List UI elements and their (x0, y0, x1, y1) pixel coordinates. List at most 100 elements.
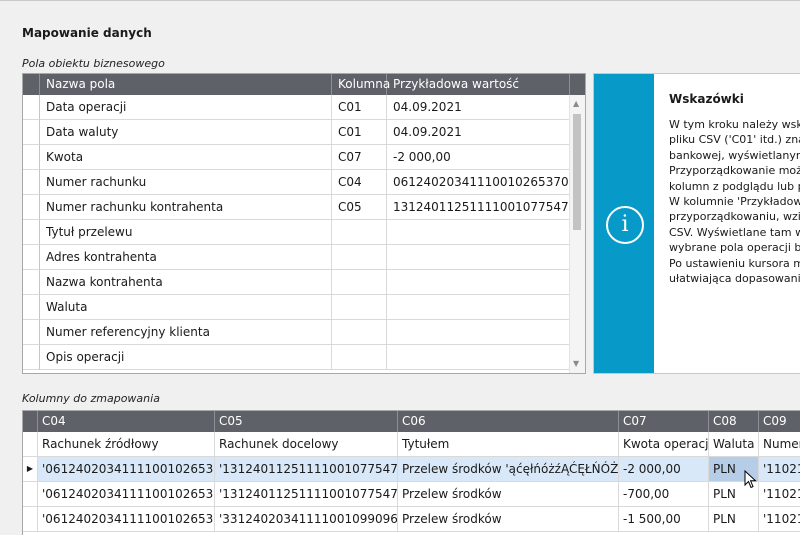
field-row[interactable]: Kwota C07 -2 000,00 (40, 145, 570, 170)
column-cell[interactable] (332, 320, 387, 344)
field-row[interactable]: Tytuł przelewu (40, 220, 570, 245)
column-label-cell[interactable]: Rachunek docelowy (215, 432, 398, 456)
data-cell[interactable]: -700,00 (619, 482, 709, 506)
column-code-header[interactable]: C04 (38, 411, 215, 432)
example-value-cell[interactable] (387, 295, 570, 319)
header-field-name[interactable]: Nazwa pola (40, 74, 332, 95)
data-cell[interactable]: Przelew środków 'ąćęłńóżźĄĆĘŁŃÓŻŹ' (398, 457, 619, 481)
example-value-cell[interactable] (387, 220, 570, 244)
row-header[interactable] (23, 195, 40, 220)
column-label-cell[interactable]: Rachunek źródłowy (38, 432, 215, 456)
current-row-marker-icon[interactable]: ▶ (23, 457, 38, 481)
column-code-header[interactable]: C09 (759, 411, 800, 432)
data-row[interactable]: '06124020341111001026537000'331240203411… (23, 507, 800, 532)
row-header[interactable] (23, 432, 38, 456)
column-cell[interactable] (332, 345, 387, 369)
row-header[interactable] (23, 95, 40, 120)
example-value-cell[interactable] (387, 320, 570, 344)
column-code-header[interactable]: C08 (709, 411, 759, 432)
row-header[interactable] (23, 482, 38, 506)
field-row[interactable]: Data operacji C01 04.09.2021 (40, 95, 570, 120)
data-cell[interactable]: Przelew środków (398, 482, 619, 506)
row-header[interactable] (23, 220, 40, 245)
data-row[interactable]: '06124020341111001026537000'131240112511… (23, 482, 800, 507)
example-value-cell[interactable]: 04.09.2021 (387, 120, 570, 144)
row-header[interactable] (23, 270, 40, 295)
data-cell[interactable]: Przelew środków (398, 507, 619, 531)
field-name-cell[interactable]: Data operacji (40, 95, 332, 119)
header-column[interactable]: Kolumna (332, 74, 390, 95)
scrollbar-thumb[interactable] (573, 114, 581, 230)
row-header[interactable] (23, 145, 40, 170)
data-cell[interactable]: '06124020341111001026537000 (38, 507, 215, 531)
column-code-header[interactable]: C07 (619, 411, 709, 432)
field-name-cell[interactable]: Opis operacji (40, 345, 332, 369)
data-cell[interactable]: '11021 (759, 482, 800, 506)
field-name-cell[interactable]: Data waluty (40, 120, 332, 144)
example-value-cell[interactable] (387, 270, 570, 294)
example-value-cell[interactable]: 06124020341110010265370000 (387, 170, 570, 194)
field-name-cell[interactable]: Waluta (40, 295, 332, 319)
data-cell[interactable]: '13124011251111001077547429 (215, 457, 398, 481)
field-row[interactable]: Data waluty C01 04.09.2021 (40, 120, 570, 145)
column-code-header[interactable]: C06 (398, 411, 619, 432)
field-row[interactable]: Numer rachunku kontrahenta C05 13124011251… (40, 195, 570, 220)
example-value-cell[interactable]: 04.09.2021 (387, 95, 570, 119)
scroll-down-icon[interactable]: ▼ (573, 359, 579, 368)
field-name-cell[interactable]: Tytuł przelewu (40, 220, 332, 244)
field-name-cell[interactable]: Numer referencyjny klienta (40, 320, 332, 344)
columns-grid[interactable]: C04 C05 C06 C07 C08 C09 Rachunek źródłowy Rach… (22, 410, 800, 535)
fields-grid[interactable]: Nazwa pola Kolumna Przykładowa wartość D… (22, 73, 586, 374)
example-value-cell[interactable]: -2 000,00 (387, 145, 570, 169)
column-code-header[interactable]: C05 (215, 411, 398, 432)
example-value-cell[interactable]: 13124011251111001077547429 (387, 195, 570, 219)
row-header[interactable] (23, 507, 38, 531)
data-cell[interactable]: '11021 (759, 507, 800, 531)
column-cell[interactable] (332, 245, 387, 269)
data-row[interactable]: ▶'06124020341111001026537000'13124011251… (23, 457, 800, 482)
column-cell[interactable] (332, 220, 387, 244)
column-label-cell[interactable]: Kwota operacji (619, 432, 709, 456)
column-label-cell[interactable]: Waluta (709, 432, 759, 456)
data-cell[interactable]: '11021 (759, 457, 800, 481)
row-header[interactable] (23, 120, 40, 145)
row-header[interactable] (23, 245, 40, 270)
column-cell[interactable]: C01 (332, 95, 387, 119)
column-cell[interactable]: C04 (332, 170, 387, 194)
data-cell[interactable]: -2 000,00 (619, 457, 709, 481)
data-cell[interactable]: '13124011251111001077547429 (215, 482, 398, 506)
fields-grid-scrollbar[interactable]: ▲ ▼ (569, 95, 585, 373)
row-header[interactable] (23, 295, 40, 320)
field-row[interactable]: Numer rachunku C04 06124020341110010265370… (40, 170, 570, 195)
data-cell[interactable]: '06124020341111001026537000 (38, 482, 215, 506)
column-cell[interactable] (332, 270, 387, 294)
data-cell[interactable]: '06124020341111001026537000 (38, 457, 215, 481)
data-cell[interactable]: '33124020341111001099096200 (215, 507, 398, 531)
column-label-cell[interactable]: Tytułem (398, 432, 619, 456)
header-example[interactable]: Przykładowa wartość (387, 74, 570, 95)
column-label-row[interactable]: Rachunek źródłowy Rachunek docelowy Tytułe… (23, 432, 800, 457)
column-label-cell[interactable]: Numer (759, 432, 800, 456)
column-cell[interactable] (332, 295, 387, 319)
data-cell[interactable]: PLN (709, 507, 759, 531)
row-header[interactable] (23, 320, 40, 345)
field-name-cell[interactable]: Kwota (40, 145, 332, 169)
example-value-cell[interactable] (387, 345, 570, 369)
field-name-cell[interactable]: Numer rachunku kontrahenta (40, 195, 332, 219)
data-cell[interactable]: -1 500,00 (619, 507, 709, 531)
column-cell[interactable]: C07 (332, 145, 387, 169)
field-name-cell[interactable]: Numer rachunku (40, 170, 332, 194)
field-row[interactable]: Waluta (40, 295, 570, 320)
field-row[interactable]: Opis operacji (40, 345, 570, 370)
example-value-cell[interactable] (387, 245, 570, 269)
field-row[interactable]: Numer referencyjny klienta (40, 320, 570, 345)
row-header[interactable] (23, 345, 40, 370)
field-name-cell[interactable]: Adres kontrahenta (40, 245, 332, 269)
scroll-up-icon[interactable]: ▲ (573, 99, 579, 108)
field-row[interactable]: Nazwa kontrahenta (40, 270, 570, 295)
column-cell[interactable]: C01 (332, 120, 387, 144)
column-cell[interactable]: C05 (332, 195, 387, 219)
field-row[interactable]: Adres kontrahenta (40, 245, 570, 270)
field-name-cell[interactable]: Nazwa kontrahenta (40, 270, 332, 294)
row-header[interactable] (23, 170, 40, 195)
